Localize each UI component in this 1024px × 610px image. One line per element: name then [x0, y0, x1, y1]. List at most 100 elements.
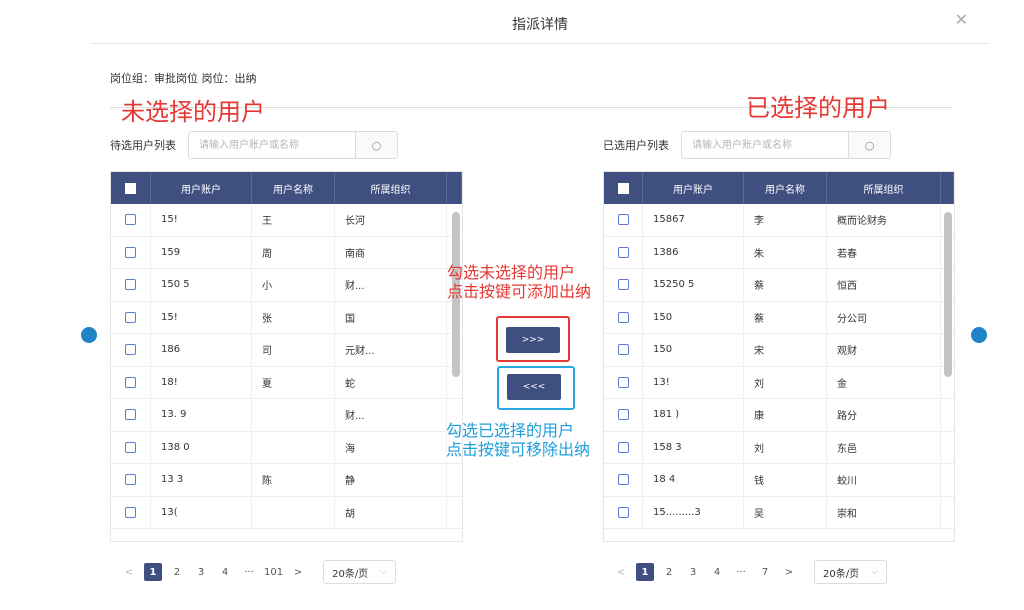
row-checkbox-cell[interactable] — [111, 301, 151, 333]
left-search-button[interactable]: ○ — [355, 132, 397, 158]
row-checkbox[interactable] — [125, 246, 136, 258]
table-row[interactable]: 15.........3 吴崇和 — [604, 496, 954, 529]
row-checkbox-cell[interactable] — [604, 496, 643, 528]
row-checkbox[interactable] — [617, 441, 629, 453]
page-button[interactable]: 1 — [636, 563, 654, 581]
row-checkbox-cell[interactable] — [604, 334, 643, 366]
page-button[interactable]: ··· — [732, 563, 750, 581]
table-row[interactable]: 13! 刘金 — [604, 366, 954, 399]
row-checkbox[interactable] — [125, 409, 136, 421]
table-row[interactable]: 15867 李概而论财务 — [604, 204, 954, 237]
page-button[interactable]: 4 — [708, 563, 726, 581]
row-checkbox[interactable] — [617, 344, 629, 356]
cell-name — [252, 496, 335, 528]
cell-account: 15.........3 — [643, 496, 744, 528]
row-checkbox-cell[interactable] — [111, 399, 151, 431]
page-button[interactable]: 2 — [660, 563, 678, 581]
page-button[interactable]: 3 — [684, 563, 702, 581]
row-checkbox[interactable] — [617, 409, 629, 421]
next-page-button[interactable]: > — [780, 563, 798, 581]
table-row[interactable]: 186 司元财... — [111, 334, 462, 367]
row-checkbox[interactable] — [125, 376, 136, 388]
row-checkbox-cell[interactable] — [604, 204, 643, 236]
row-checkbox-cell[interactable] — [604, 269, 643, 301]
row-checkbox-cell[interactable] — [604, 301, 643, 333]
page-button[interactable]: 1 — [144, 563, 162, 581]
page-size-select[interactable]: 20条/页 ⌵ — [814, 560, 887, 584]
row-checkbox[interactable] — [617, 376, 629, 388]
table-row[interactable]: 13. 9 财... — [111, 399, 462, 432]
table-row[interactable]: 13 3陈静 — [111, 464, 462, 497]
table-row[interactable]: 181 ) 康路分 — [604, 399, 954, 432]
row-checkbox[interactable] — [125, 214, 136, 226]
page-button[interactable]: 4 — [216, 563, 234, 581]
table-row[interactable]: 15! 王长河 — [111, 204, 462, 237]
cell-account: 138 0 — [151, 431, 252, 463]
row-checkbox-cell[interactable] — [111, 204, 151, 236]
page-button[interactable]: ··· — [240, 563, 258, 581]
row-checkbox-cell[interactable] — [604, 236, 643, 268]
left-search-input[interactable] — [189, 132, 355, 158]
table-row[interactable]: 15250 5 蔡恒西 — [604, 269, 954, 302]
right-search-input[interactable] — [682, 132, 848, 158]
row-checkbox[interactable] — [125, 279, 136, 291]
row-checkbox[interactable] — [617, 474, 629, 486]
row-checkbox[interactable] — [125, 474, 136, 486]
row-checkbox-cell[interactable] — [111, 366, 151, 398]
prev-page-button[interactable]: < — [120, 563, 138, 581]
remove-from-selected-button[interactable]: <<< — [507, 374, 561, 400]
right-search-button[interactable]: ○ — [848, 132, 890, 158]
table-row[interactable]: 150 蔡分公司 — [604, 301, 954, 334]
prev-page-button[interactable]: < — [612, 563, 630, 581]
cell-name: 刘 — [744, 431, 827, 463]
select-all-checkbox[interactable] — [125, 182, 136, 194]
row-checkbox-cell[interactable] — [111, 236, 151, 268]
page-button[interactable]: 2 — [168, 563, 186, 581]
row-checkbox[interactable] — [617, 279, 629, 291]
cell-name: 李 — [744, 204, 827, 236]
cell-account: 150 — [643, 334, 744, 366]
row-checkbox[interactable] — [125, 441, 136, 453]
row-checkbox-cell[interactable] — [111, 496, 151, 528]
row-checkbox[interactable] — [125, 311, 136, 323]
row-checkbox-cell[interactable] — [604, 399, 643, 431]
table-row[interactable]: 18! 夏蛇 — [111, 366, 462, 399]
row-checkbox[interactable] — [617, 246, 629, 258]
select-all-cell[interactable] — [604, 172, 643, 204]
select-all-checkbox[interactable] — [617, 182, 629, 194]
left-toolbar: 待选用户列表 ○ — [110, 131, 398, 159]
table-row[interactable]: 158 3 刘东邑 — [604, 431, 954, 464]
add-to-selected-button[interactable]: >>> — [506, 327, 560, 353]
row-checkbox-cell[interactable] — [111, 269, 151, 301]
page-size-select[interactable]: 20条/页 ⌵ — [323, 560, 397, 584]
row-checkbox-cell[interactable] — [111, 334, 151, 366]
row-checkbox[interactable] — [617, 311, 629, 323]
table-row[interactable]: 159 周南商 — [111, 236, 462, 269]
page-button[interactable]: 101 — [264, 563, 283, 581]
row-checkbox-cell[interactable] — [111, 431, 151, 463]
right-scrollbar[interactable] — [944, 212, 952, 377]
table-row[interactable]: 150 5 小财... — [111, 269, 462, 302]
table-row[interactable]: 150 宋观财 — [604, 334, 954, 367]
resize-handle-left[interactable] — [81, 327, 97, 343]
table-row[interactable]: 15! 张国 — [111, 301, 462, 334]
resize-handle-right[interactable] — [971, 327, 987, 343]
table-row[interactable]: 138 0 海 — [111, 431, 462, 464]
page-button[interactable]: 3 — [192, 563, 210, 581]
row-checkbox[interactable] — [125, 506, 136, 518]
page-button[interactable]: 7 — [756, 563, 774, 581]
row-checkbox[interactable] — [125, 344, 136, 356]
table-row[interactable]: 18 4 钱蛟川 — [604, 464, 954, 497]
next-page-button[interactable]: > — [289, 563, 307, 581]
row-checkbox-cell[interactable] — [604, 431, 643, 463]
cell-account: 15! — [151, 301, 252, 333]
row-checkbox-cell[interactable] — [604, 464, 643, 496]
select-all-cell[interactable] — [111, 172, 151, 204]
table-row[interactable]: 1386 朱若春 — [604, 236, 954, 269]
close-icon[interactable]: ✕ — [955, 10, 968, 29]
row-checkbox-cell[interactable] — [111, 464, 151, 496]
table-row[interactable]: 13(胡 — [111, 496, 462, 529]
row-checkbox[interactable] — [617, 506, 629, 518]
row-checkbox[interactable] — [617, 214, 629, 226]
row-checkbox-cell[interactable] — [604, 366, 643, 398]
